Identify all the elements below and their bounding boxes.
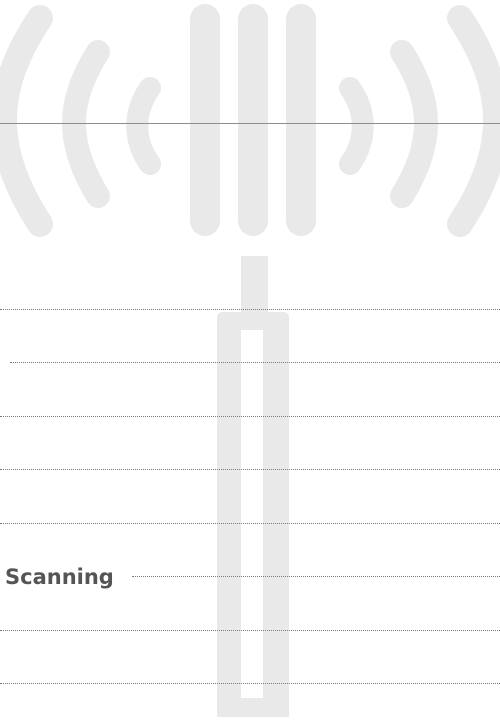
leader-dots [132, 576, 500, 577]
signal-wave-right-outer [447, 5, 500, 237]
list-item [0, 674, 500, 694]
leader-dots [0, 309, 500, 310]
tower-bar-left [190, 4, 220, 236]
tower-bar-center [238, 4, 268, 236]
list-item [0, 460, 500, 480]
list-item-scanning: Scanning [0, 565, 500, 589]
leader-dots [10, 362, 500, 363]
scanning-label: Scanning [5, 565, 114, 589]
leader-dots [0, 630, 500, 631]
leader-dots [0, 469, 500, 470]
signal-wave-right-inner [339, 77, 374, 175]
signal-wave-left-outer [0, 5, 53, 237]
leader-dots [0, 416, 500, 417]
leader-dots [0, 683, 500, 684]
signal-wave-left-inner [126, 77, 161, 175]
leader-dots [0, 523, 500, 524]
list-item [0, 621, 500, 641]
list-item [0, 300, 500, 320]
signal-wave-right-middle [390, 40, 438, 208]
header-divider [0, 123, 500, 124]
list-item [0, 407, 500, 427]
list-item [0, 353, 500, 373]
list-item [0, 514, 500, 534]
tower-bar-right [286, 4, 316, 236]
signal-wave-left-middle [62, 40, 110, 208]
